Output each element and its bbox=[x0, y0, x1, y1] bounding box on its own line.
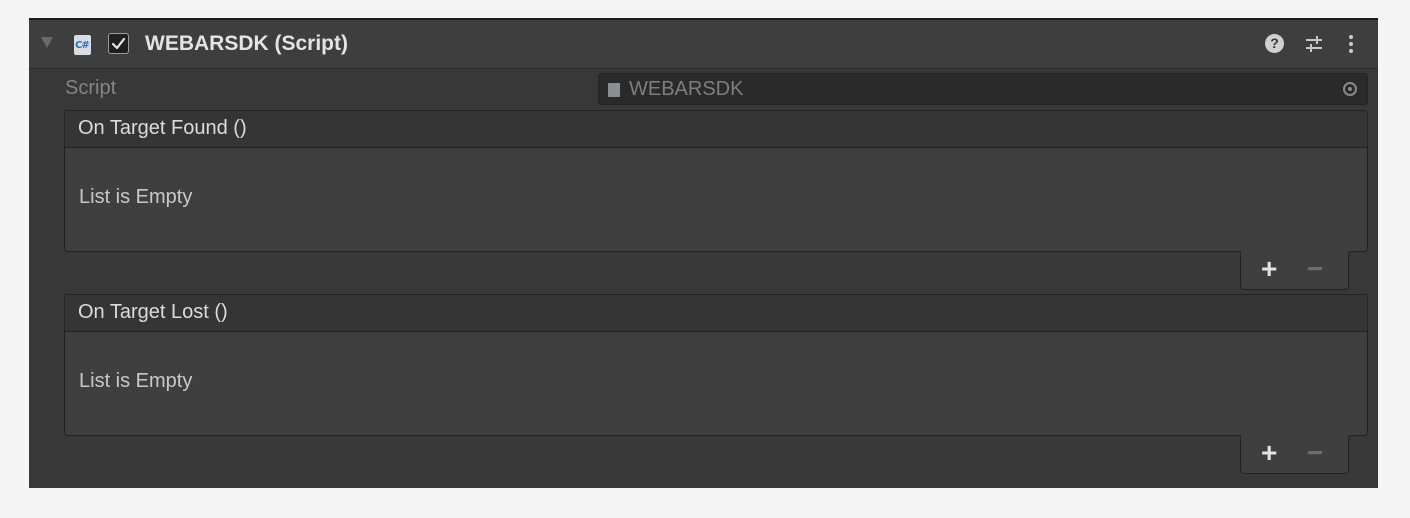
help-icon[interactable]: ? bbox=[1265, 34, 1284, 53]
list-empty-text: List is Empty bbox=[79, 186, 193, 208]
foldout-arrow-icon[interactable] bbox=[41, 37, 53, 48]
event-header-label: On Target Found () bbox=[78, 117, 247, 139]
script-object-field[interactable]: WEBARSDK bbox=[598, 73, 1368, 105]
preset-sliders-icon[interactable] bbox=[1304, 34, 1324, 54]
add-listener-button[interactable]: + bbox=[1261, 253, 1277, 285]
inspector-component-panel: C# WEBARSDK (Script) ? Script WEBARSDK O… bbox=[29, 18, 1378, 488]
event-header: On Target Found () bbox=[65, 111, 1367, 148]
event-list-footer: + − bbox=[1240, 251, 1349, 290]
event-on-target-found: On Target Found () List is Empty bbox=[64, 110, 1368, 252]
component-title: WEBARSDK (Script) bbox=[145, 32, 348, 55]
component-enabled-checkbox[interactable] bbox=[108, 33, 129, 54]
event-list-footer: + − bbox=[1240, 435, 1349, 474]
script-field-label: Script bbox=[65, 77, 117, 99]
component-header[interactable]: C# WEBARSDK (Script) ? bbox=[29, 20, 1378, 69]
add-listener-button[interactable]: + bbox=[1261, 437, 1277, 469]
event-header-label: On Target Lost () bbox=[78, 301, 228, 323]
event-header: On Target Lost () bbox=[65, 295, 1367, 332]
script-file-icon bbox=[608, 83, 620, 97]
script-field-value: WEBARSDK bbox=[629, 78, 744, 100]
list-empty-text: List is Empty bbox=[79, 370, 193, 392]
more-kebab-icon[interactable] bbox=[1347, 33, 1355, 55]
event-on-target-lost: On Target Lost () List is Empty bbox=[64, 294, 1368, 436]
object-picker-icon[interactable] bbox=[1343, 82, 1357, 96]
csharp-script-icon: C# bbox=[74, 35, 91, 55]
remove-listener-button[interactable]: − bbox=[1307, 437, 1323, 469]
remove-listener-button[interactable]: − bbox=[1307, 253, 1323, 285]
checkmark-icon bbox=[111, 37, 126, 50]
